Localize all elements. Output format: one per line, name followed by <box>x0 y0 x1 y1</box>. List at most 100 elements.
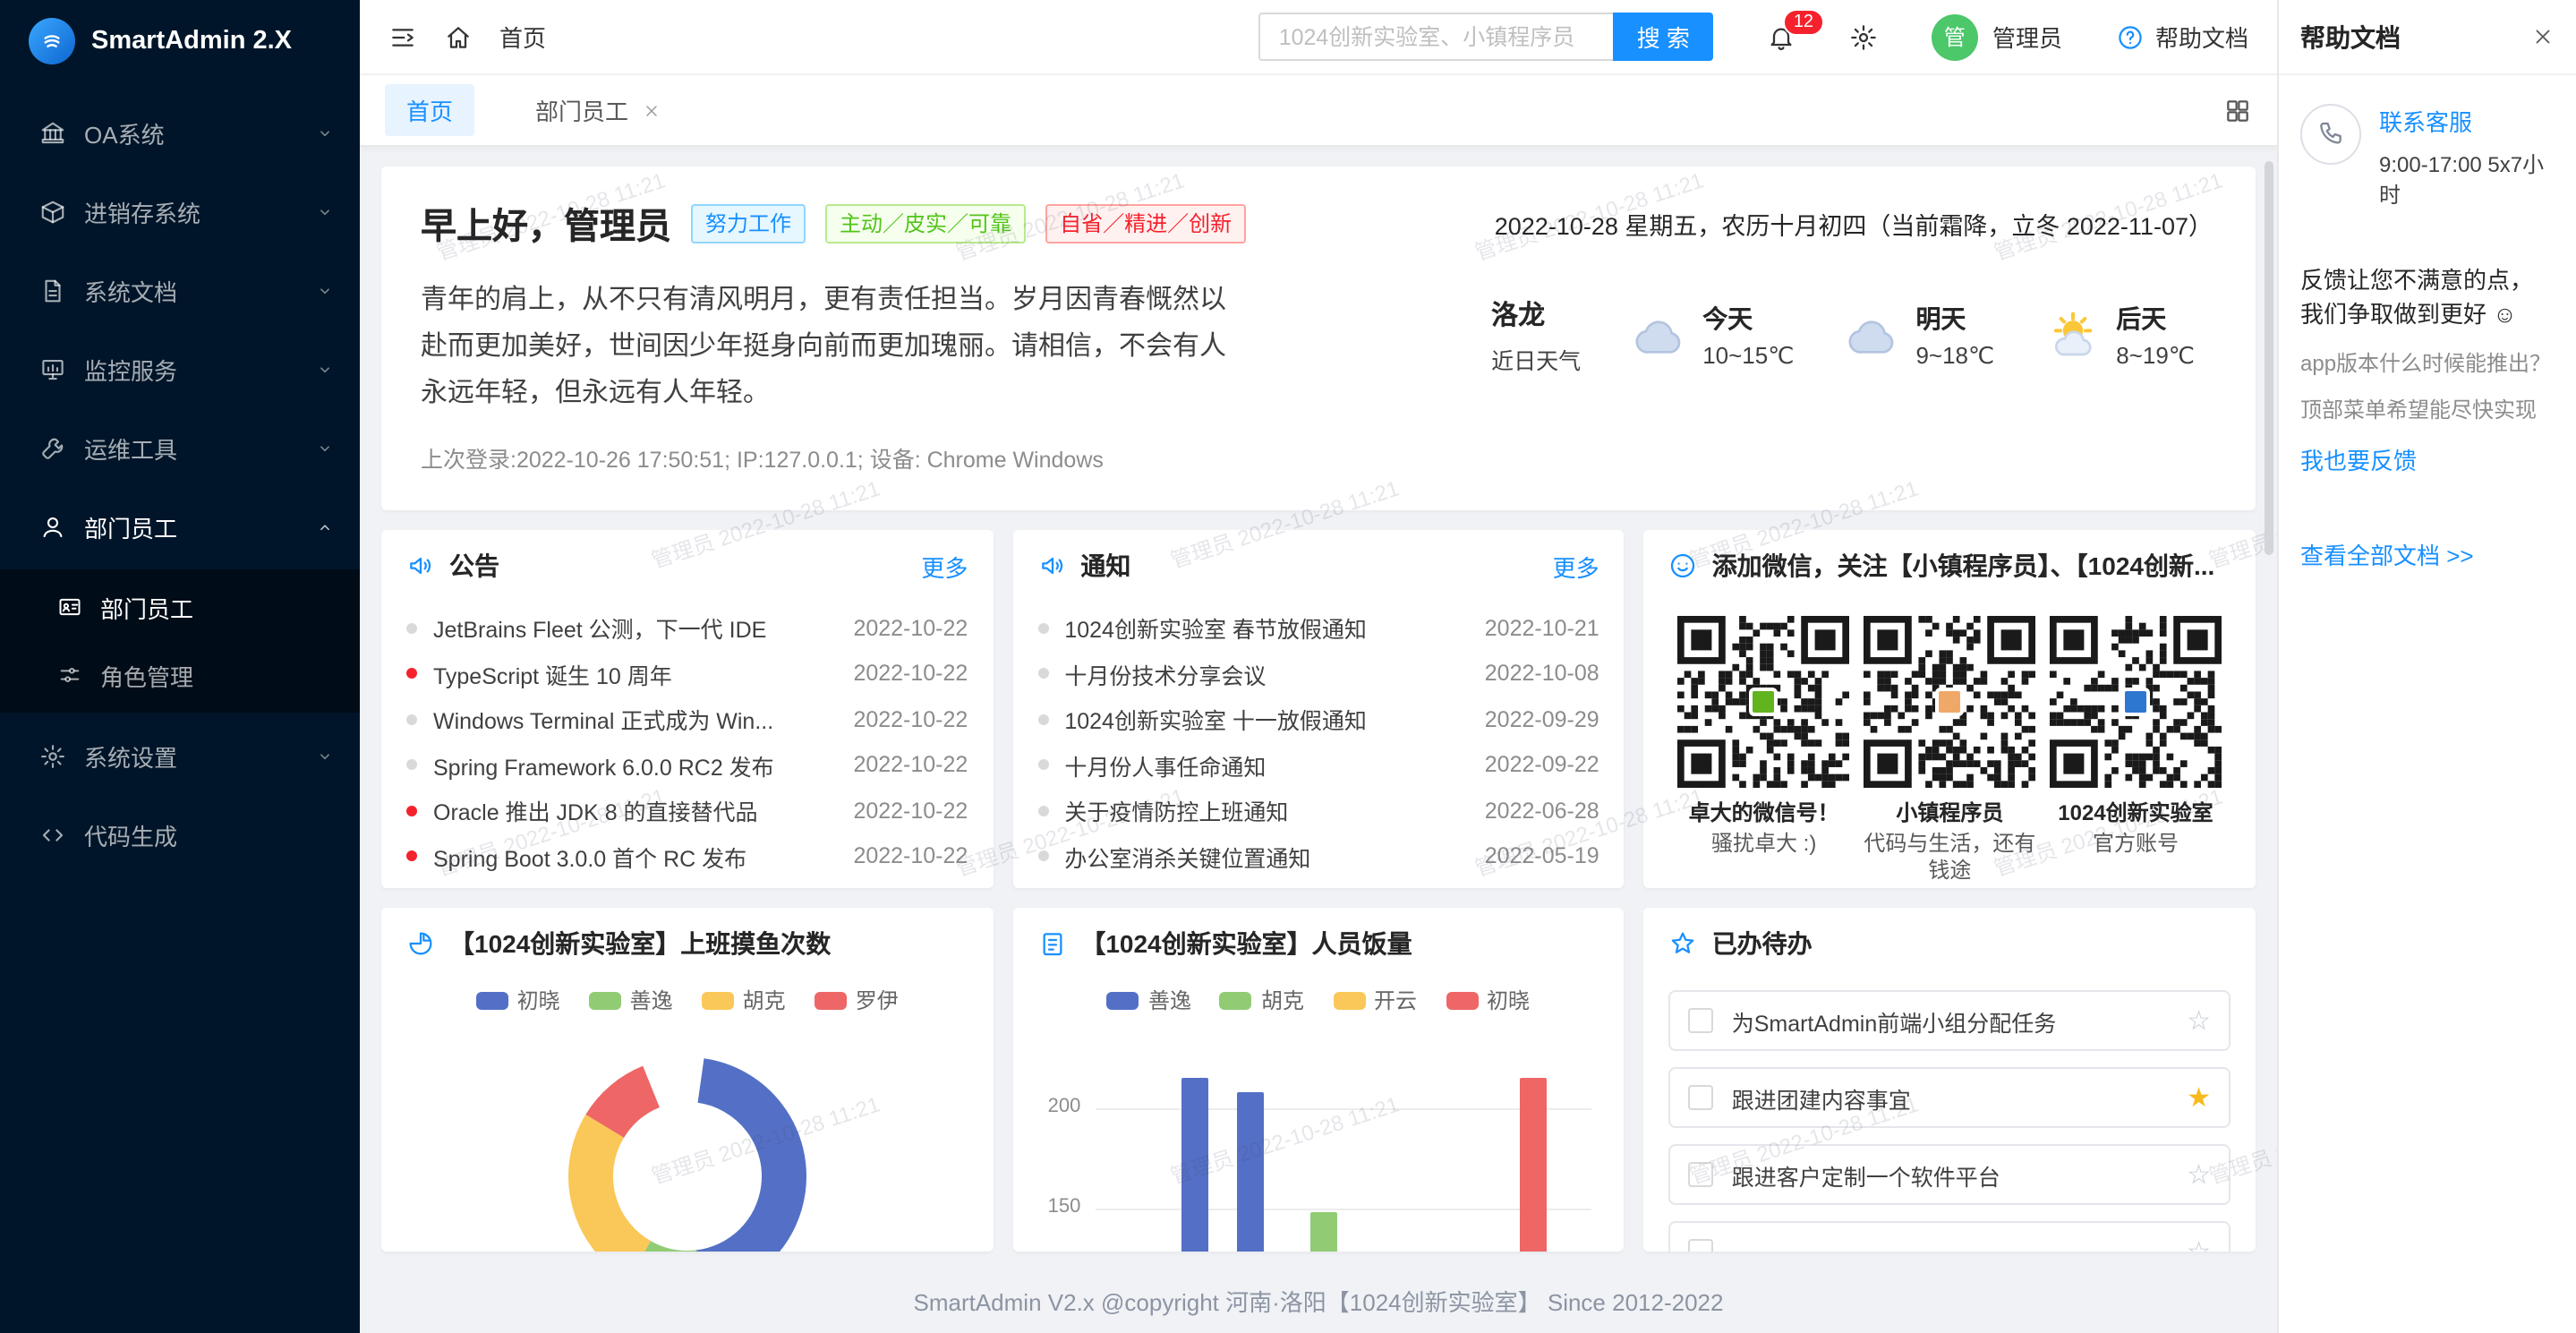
chevron-down-icon <box>315 438 335 457</box>
home-icon[interactable] <box>444 22 473 51</box>
card-title: 【1024创新实验室】上班摸鱼次数 <box>449 926 968 961</box>
megaphone-icon <box>406 551 435 580</box>
bar <box>1181 1078 1208 1252</box>
monitor-icon <box>39 355 66 382</box>
bullet-dot <box>406 851 417 862</box>
news-item[interactable]: 十月份技术分享会议2022-10-08 <box>1037 651 1599 696</box>
qr-name: 小镇程序员 <box>1858 797 2041 827</box>
legend-item: 初晓 <box>476 985 560 1015</box>
sidebar-item-0[interactable]: OA系统 <box>0 97 360 168</box>
slacking-chart-card: 【1024创新实验室】上班摸鱼次数 初晓善逸胡克罗伊 <box>381 908 993 1252</box>
todo-card: 已办待办 为SmartAdmin前端小组分配任务☆跟进团建内容事宜★跟进客户定制… <box>1644 908 2256 1252</box>
star-icon[interactable]: ☆ <box>2187 1158 2211 1191</box>
notices-card: 通知 更多 1024创新实验室 春节放假通知2022-10-21十月份技术分享会… <box>1012 530 1624 888</box>
news-item[interactable]: JetBrains Fleet 公测，下一代 IDE2022-10-22 <box>406 605 968 651</box>
tag-innovate: 自省／精进／创新 <box>1045 203 1246 243</box>
todo-item[interactable]: 为SmartAdmin前端小组分配任务☆ <box>1669 990 2231 1051</box>
sidebar-item-7[interactable]: 代码生成 <box>0 799 360 870</box>
bank-icon <box>39 119 66 146</box>
bullet-dot <box>1037 669 1048 679</box>
todo-item-partial[interactable]: ☆ <box>1669 1221 2231 1252</box>
news-item[interactable]: TypeScript 诞生 10 周年2022-10-22 <box>406 651 968 696</box>
star-icon[interactable]: ☆ <box>2187 1004 2211 1037</box>
doc-icon <box>39 277 66 303</box>
feedback-intro: 反馈让您不满意的点，我们争取做到更好 ☺ <box>2300 263 2555 331</box>
qr-center-logo <box>1935 688 1964 716</box>
gear-icon[interactable] <box>1849 22 1878 51</box>
sidebar-item-5[interactable]: 部门员工 <box>0 491 360 562</box>
search-input[interactable] <box>1259 13 1614 61</box>
notices-list: 1024创新实验室 春节放假通知2022-10-21十月份技术分享会议2022-… <box>1012 602 1624 893</box>
qr-column: 1024创新实验室官方账号 <box>2044 616 2227 884</box>
todo-item[interactable]: 跟进团建内容事宜★ <box>1669 1067 2231 1128</box>
qr-center-logo <box>2121 688 2150 716</box>
bullet-dot <box>406 714 417 725</box>
search-button[interactable]: 搜 索 <box>1614 13 1713 61</box>
announcements-list: JetBrains Fleet 公测，下一代 IDE2022-10-22Type… <box>381 602 993 893</box>
user-icon <box>39 513 66 540</box>
grid-layout-icon[interactable] <box>2223 96 2252 124</box>
announcements-more-link[interactable]: 更多 <box>921 549 968 583</box>
qr-code <box>1864 616 2035 788</box>
weather-day-after: 后天 8~19℃ <box>2044 301 2195 371</box>
support-hours: 9:00-17:00 5x7小时 <box>2379 149 2555 209</box>
sun-icon <box>2044 307 2102 364</box>
news-item[interactable]: 关于疫情防控上班通知2022-06-28 <box>1037 788 1599 833</box>
todo-checkbox[interactable] <box>1689 1162 1714 1187</box>
tab-dept-staff[interactable]: 部门员工 <box>514 84 682 136</box>
sliders-icon <box>57 662 82 688</box>
bullet-dot <box>1037 760 1048 771</box>
news-item[interactable]: 办公室消杀关键位置通知2022-05-19 <box>1037 833 1599 879</box>
todo-checkbox[interactable] <box>1689 1239 1714 1252</box>
sidebar-item-2[interactable]: 系统文档 <box>0 254 360 326</box>
notification-badge: 12 <box>1783 8 1824 35</box>
menu-fold-icon[interactable] <box>388 22 417 51</box>
contact-support-link[interactable]: 联系客服 <box>2379 104 2555 138</box>
close-icon[interactable] <box>2531 25 2555 48</box>
help-docs-link[interactable]: 帮助文档 <box>2116 20 2248 54</box>
sidebar-item-1[interactable]: 进销存系统 <box>0 175 360 247</box>
legend-item: 罗伊 <box>815 985 899 1015</box>
bullet-dot <box>1037 851 1048 862</box>
username: 管理员 <box>1992 20 2062 54</box>
news-item[interactable]: 十月份人事任命通知2022-09-22 <box>1037 742 1599 788</box>
all-docs-link[interactable]: 查看全部文档 >> <box>2300 537 2555 571</box>
bullet-dot <box>406 806 417 816</box>
news-item[interactable]: Spring Framework 6.0.0 RC2 发布2022-10-22 <box>406 742 968 788</box>
news-item[interactable]: Windows Terminal 正式成为 Win...2022-10-22 <box>406 696 968 742</box>
sidebar-item-6[interactable]: 系统设置 <box>0 720 360 791</box>
sidebar-subitem-1[interactable]: 角色管理 <box>0 641 360 709</box>
todo-item[interactable]: 跟进客户定制一个软件平台☆ <box>1669 1144 2231 1205</box>
card-title: 【1024创新实验室】人员饭量 <box>1080 926 1599 961</box>
news-item[interactable]: Spring Boot 3.0.0 首个 RC 发布2022-10-22 <box>406 833 968 879</box>
sidebar-item-3[interactable]: 监控服务 <box>0 333 360 405</box>
tab-home[interactable]: 首页 <box>385 84 474 136</box>
notices-more-link[interactable]: 更多 <box>1553 549 1599 583</box>
wechat-card: 添加微信，关注【小镇程序员】、【1024创新... 卓大的微信号！骚扰卓大 :)… <box>1644 530 2256 888</box>
bullet-dot <box>406 623 417 634</box>
list-icon <box>1037 929 1066 958</box>
last-login: 上次登录:2022-10-26 17:50:51; IP:127.0.0.1; … <box>421 440 2216 474</box>
todo-checkbox[interactable] <box>1689 1085 1714 1110</box>
app-logo[interactable]: SmartAdmin 2.X <box>0 0 360 82</box>
breadcrumb: 首页 <box>499 20 546 54</box>
close-tab-icon[interactable] <box>643 101 661 119</box>
feedback-link[interactable]: 我也要反馈 <box>2300 442 2555 476</box>
notifications-bell[interactable]: 12 <box>1767 22 1796 51</box>
tag-reliable: 主动／皮实／可靠 <box>825 203 1026 243</box>
bullet-dot <box>1037 714 1048 725</box>
news-item[interactable]: 1024创新实验室 春节放假通知2022-10-21 <box>1037 605 1599 651</box>
fanliang-legend: 善逸胡克开云初晓 <box>1012 985 1624 1015</box>
scrollbar[interactable] <box>2265 161 2273 555</box>
sidebar-subitem-0[interactable]: 部门员工 <box>0 573 360 641</box>
announcements-card: 公告 更多 JetBrains Fleet 公测，下一代 IDE2022-10-… <box>381 530 993 888</box>
star-icon[interactable]: ★ <box>2187 1081 2211 1114</box>
qr-column: 小镇程序员代码与生活，还有钱途 <box>1858 616 2041 884</box>
sidebar-item-4[interactable]: 运维工具 <box>0 412 360 483</box>
news-item[interactable]: Oracle 推出 JDK 8 的直接替代品2022-10-22 <box>406 788 968 833</box>
user-menu[interactable]: 管 管理员 <box>1932 13 2062 60</box>
news-item[interactable]: 1024创新实验室 十一放假通知2022-09-29 <box>1037 696 1599 742</box>
greeting-title: 早上好，管理员 <box>421 197 671 249</box>
todo-checkbox[interactable] <box>1689 1008 1714 1033</box>
top-bar: 首页 搜 索 12 管 管理员 帮助文档 <box>360 0 2277 75</box>
